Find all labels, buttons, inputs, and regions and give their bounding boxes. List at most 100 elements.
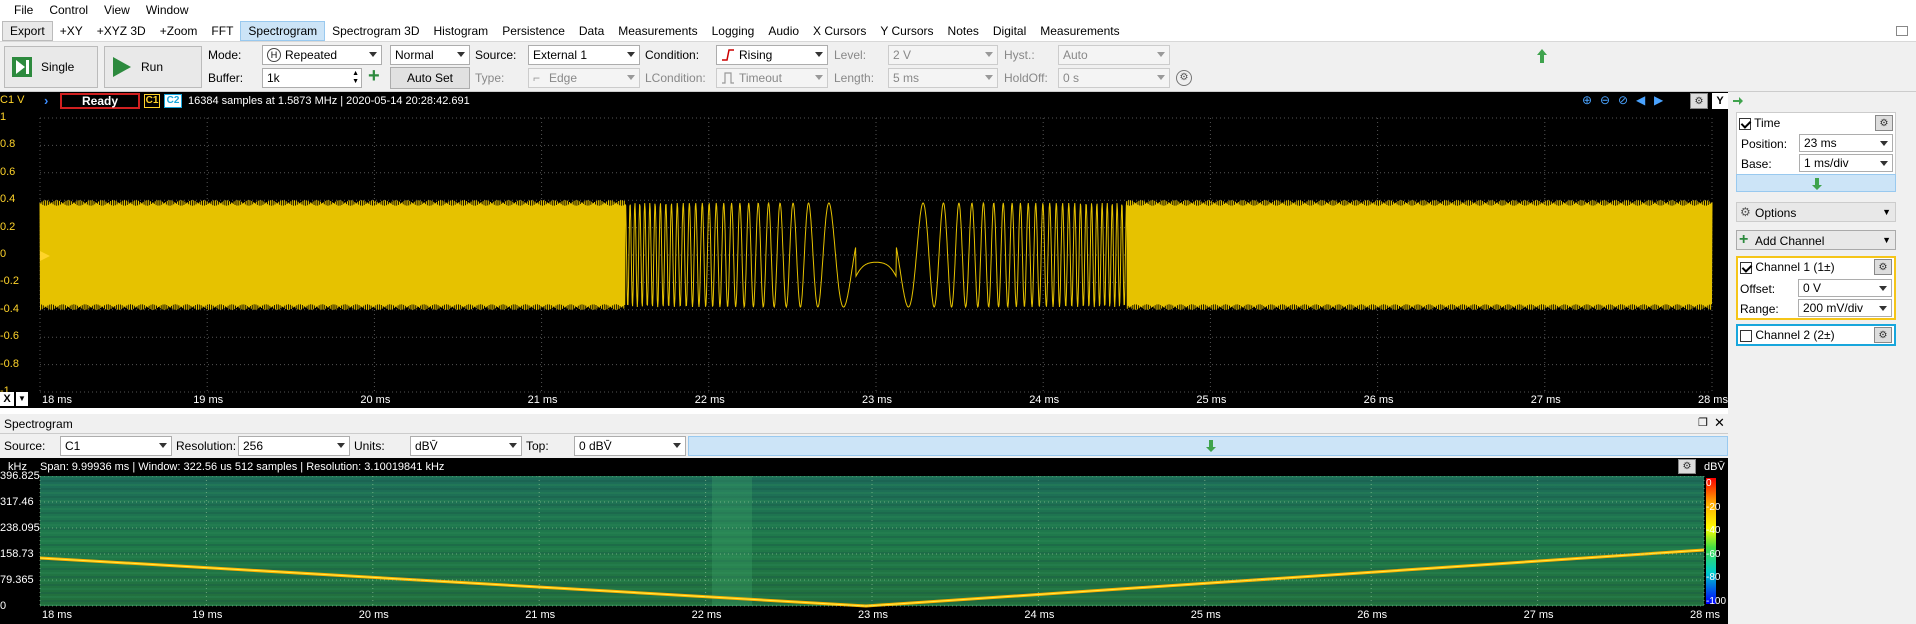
spec-top-label: Top: xyxy=(526,439,549,453)
single-button[interactable]: Single xyxy=(4,46,98,88)
tab-zoom[interactable]: +Zoom xyxy=(153,22,205,40)
spectrogram-restore-icon[interactable]: ❐ xyxy=(1698,416,1708,429)
base-label: Base: xyxy=(1741,157,1772,171)
buffer-input[interactable]: 1k ▲ ▼ xyxy=(262,68,362,88)
time-apply-bar[interactable] xyxy=(1736,174,1896,192)
tab-xyz-3d[interactable]: +XYZ 3D xyxy=(90,22,153,40)
y-axis-button[interactable]: Y xyxy=(1712,93,1728,109)
autoset-button[interactable]: Auto Set xyxy=(390,67,470,89)
trigger-type-select[interactable]: Normal xyxy=(390,45,470,65)
tab-spectrogram[interactable]: Spectrogram xyxy=(240,20,326,41)
spec-settings-icon[interactable]: ⚙ xyxy=(1678,459,1696,474)
tab-spectrogram-3d[interactable]: Spectrogram 3D xyxy=(325,22,426,40)
edge-icon: ⌐ xyxy=(533,71,541,85)
zoom-next-icon[interactable]: ▶ xyxy=(1654,93,1663,107)
spec-source-select[interactable]: C1 xyxy=(60,436,172,456)
time-settings-icon[interactable]: ⚙ xyxy=(1875,115,1893,131)
scope-y-tick: 0.2 xyxy=(0,220,16,233)
level-select[interactable]: 2 V xyxy=(888,45,998,65)
tab-y-cursors[interactable]: Y Cursors xyxy=(873,22,940,40)
spec-scale-tick: 0 xyxy=(1706,478,1712,489)
spectrogram-title: Spectrogram xyxy=(4,417,73,431)
length-select[interactable]: 5 ms xyxy=(888,68,998,88)
tab-notes[interactable]: Notes xyxy=(941,22,986,40)
spec-x-tick: 19 ms xyxy=(192,609,223,621)
time-checkbox[interactable] xyxy=(1739,117,1751,130)
expand-arrow-icon[interactable]: › xyxy=(44,93,48,108)
scope-plot[interactable]: 1 0.8 0.6 0.4 0.2 0 -0.2 -0.4 -0.6 -0.8 -1 18 ms 19… xyxy=(0,110,1728,408)
tab-measurements-2[interactable]: Measurements xyxy=(1033,22,1126,40)
tab-logging[interactable]: Logging xyxy=(705,22,762,40)
tab-menu-icon[interactable] xyxy=(1896,26,1908,36)
zoom-prev-icon[interactable]: ◀ xyxy=(1636,93,1645,107)
channel-2-group: Channel 2 (2±) ⚙ xyxy=(1736,324,1896,346)
zoom-out-icon[interactable]: ⊖ xyxy=(1600,93,1610,107)
scope-x-tick: 19 ms xyxy=(193,394,224,406)
menu-control[interactable]: Control xyxy=(41,3,96,17)
condition-value: Rising xyxy=(739,48,773,62)
add-channel-button[interactable]: + Add Channel ▼ xyxy=(1736,230,1896,250)
mode-select[interactable]: H Repeated xyxy=(262,45,382,65)
run-button[interactable]: Run xyxy=(104,46,202,88)
menu-window[interactable]: Window xyxy=(138,3,197,17)
channel-2-checkbox[interactable] xyxy=(1740,329,1752,342)
spec-x-tick: 18 ms xyxy=(42,609,72,621)
add-buffer-icon[interactable]: + xyxy=(368,66,380,86)
channel-1-settings-icon[interactable]: ⚙ xyxy=(1874,259,1892,275)
spec-y-tick: 0 xyxy=(0,600,7,612)
lcondition-value: Timeout xyxy=(739,71,782,85)
arrow-up-icon[interactable] xyxy=(1536,48,1548,64)
trigger-settings-icon[interactable]: ⚙ xyxy=(1176,70,1192,86)
menu-view[interactable]: View xyxy=(96,3,138,17)
lcondition-select[interactable]: Timeout xyxy=(716,68,828,88)
spec-x-tick: 26 ms xyxy=(1357,609,1388,621)
spectrogram-canvas[interactable] xyxy=(0,476,1728,624)
channel-1-checkbox[interactable] xyxy=(1740,261,1752,274)
hysteresis-select[interactable]: Auto xyxy=(1058,45,1170,65)
tab-xy[interactable]: +XY xyxy=(53,22,90,40)
spectrogram-plot[interactable]: 396.825 317.46 238.095 158.73 79.365 0 18 ms 1… xyxy=(0,470,1728,624)
x-axis-button[interactable]: X xyxy=(0,392,14,406)
tab-audio[interactable]: Audio xyxy=(761,22,806,40)
channel-2-settings-icon[interactable]: ⚙ xyxy=(1874,327,1892,343)
spec-top-select[interactable]: 0 dBV̄ xyxy=(574,436,686,456)
x-axis-dropdown-icon[interactable]: ▼ xyxy=(16,392,28,406)
range-select[interactable]: 200 mV/div xyxy=(1798,299,1892,317)
scope-canvas[interactable] xyxy=(0,110,1728,408)
range-value: 200 mV/div xyxy=(1803,301,1864,315)
spec-resolution-select[interactable]: 256 xyxy=(238,436,350,456)
tab-persistence[interactable]: Persistence xyxy=(495,22,572,40)
zoom-in-icon[interactable]: ⊕ xyxy=(1582,93,1592,107)
base-select[interactable]: 1 ms/div xyxy=(1799,154,1893,172)
tab-export[interactable]: Export xyxy=(2,20,53,41)
buffer-label: Buffer: xyxy=(208,71,244,85)
spectrogram-close-icon[interactable]: ✕ xyxy=(1714,415,1725,431)
position-select[interactable]: 23 ms xyxy=(1799,134,1893,152)
trigger-source-select[interactable]: External 1 xyxy=(528,45,640,65)
holdoff-select[interactable]: 0 s xyxy=(1058,68,1170,88)
scope-y-tick: -0.2 xyxy=(0,275,19,288)
scope-x-tick: 22 ms xyxy=(694,394,725,406)
scope-x-tick: 26 ms xyxy=(1363,394,1394,406)
trigger-kind-select[interactable]: ⌐ Edge xyxy=(528,68,640,88)
length-label: Length: xyxy=(834,71,875,85)
tab-data[interactable]: Data xyxy=(572,22,611,40)
options-header[interactable]: ⚙ Options ▼ xyxy=(1736,202,1896,222)
tab-fft[interactable]: FFT xyxy=(204,22,240,40)
menu-file[interactable]: File xyxy=(6,3,41,17)
holdoff-label: HoldOff: xyxy=(1004,71,1048,85)
channel-1-toggle[interactable]: C1 xyxy=(144,94,160,108)
spec-units-select[interactable]: dBV̄ xyxy=(410,436,522,456)
tab-x-cursors[interactable]: X Cursors xyxy=(806,22,873,40)
zoom-fit-icon[interactable]: ⊘ xyxy=(1618,93,1628,107)
channel-2-toggle[interactable]: C2 xyxy=(164,94,182,108)
offset-select[interactable]: 0 V xyxy=(1798,279,1892,297)
tab-measurements[interactable]: Measurements xyxy=(611,22,704,40)
condition-select[interactable]: Rising xyxy=(716,45,828,65)
tab-histogram[interactable]: Histogram xyxy=(427,22,496,40)
arrow-right-icon[interactable] xyxy=(1732,96,1744,106)
scope-settings-icon[interactable]: ⚙ xyxy=(1690,93,1708,109)
spec-apply-bar[interactable] xyxy=(688,436,1728,456)
tab-digital[interactable]: Digital xyxy=(986,22,1033,40)
buffer-spinner-icon[interactable]: ▲ ▼ xyxy=(352,70,359,86)
